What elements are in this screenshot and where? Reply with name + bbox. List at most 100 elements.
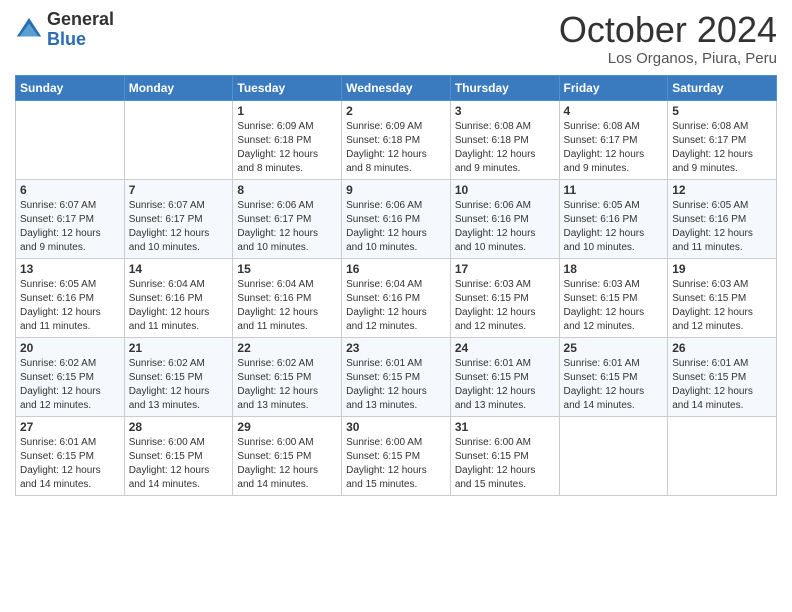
calendar-cell: 29 Sunrise: 6:00 AM Sunset: 6:15 PM Dayli… [233,416,342,495]
calendar-cell: 22 Sunrise: 6:02 AM Sunset: 6:15 PM Dayli… [233,337,342,416]
day-info: Sunrise: 6:03 AM Sunset: 6:15 PM Dayligh… [564,278,664,334]
weekday-header: Wednesday [342,75,451,100]
day-info: Sunrise: 6:00 AM Sunset: 6:15 PM Dayligh… [346,436,446,492]
day-info: Sunrise: 6:00 AM Sunset: 6:15 PM Dayligh… [237,436,337,492]
day-info: Sunrise: 6:04 AM Sunset: 6:16 PM Dayligh… [237,278,337,334]
day-info: Sunrise: 6:09 AM Sunset: 6:18 PM Dayligh… [346,120,446,176]
day-number: 29 [237,420,337,434]
title-area: October 2024 Los Organos, Piura, Peru [559,10,777,67]
logo: General Blue [15,10,114,50]
calendar-cell: 27 Sunrise: 6:01 AM Sunset: 6:15 PM Dayli… [16,416,125,495]
day-info: Sunrise: 6:06 AM Sunset: 6:16 PM Dayligh… [346,199,446,255]
calendar-cell: 13 Sunrise: 6:05 AM Sunset: 6:16 PM Dayli… [16,258,125,337]
calendar-cell: 9 Sunrise: 6:06 AM Sunset: 6:16 PM Daylig… [342,179,451,258]
calendar-cell: 30 Sunrise: 6:00 AM Sunset: 6:15 PM Dayli… [342,416,451,495]
calendar-cell: 20 Sunrise: 6:02 AM Sunset: 6:15 PM Dayli… [16,337,125,416]
calendar-cell [16,100,125,179]
day-number: 13 [20,262,120,276]
calendar-cell: 28Sunrise: 6:00 AM Sunset: 6:15 PM Dayli… [124,416,233,495]
calendar-week-row: 27 Sunrise: 6:01 AM Sunset: 6:15 PM Dayli… [16,416,777,495]
day-number: 20 [20,341,120,355]
calendar-cell: 15 Sunrise: 6:04 AM Sunset: 6:16 PM Dayli… [233,258,342,337]
calendar-cell: 4 Sunrise: 6:08 AM Sunset: 6:17 PM Daylig… [559,100,668,179]
month-title: October 2024 [559,10,777,50]
day-number: 30 [346,420,446,434]
calendar-cell [668,416,777,495]
day-info: Sunrise: 6:04 AM Sunset: 6:16 PM Dayligh… [346,278,446,334]
day-number: 4 [564,104,664,118]
calendar-cell: 26Sunrise: 6:01 AM Sunset: 6:15 PM Dayli… [668,337,777,416]
calendar-cell: 21Sunrise: 6:02 AM Sunset: 6:15 PM Dayli… [124,337,233,416]
day-info: Sunrise: 6:02 AM Sunset: 6:15 PM Dayligh… [20,357,120,413]
day-number: 19 [672,262,772,276]
calendar-week-row: 6 Sunrise: 6:07 AM Sunset: 6:17 PM Daylig… [16,179,777,258]
calendar-cell: 2 Sunrise: 6:09 AM Sunset: 6:18 PM Daylig… [342,100,451,179]
calendar-cell: 31Sunrise: 6:00 AM Sunset: 6:15 PM Dayli… [450,416,559,495]
logo-general: General [47,10,114,30]
day-number: 23 [346,341,446,355]
day-number: 9 [346,183,446,197]
calendar-cell: 17 Sunrise: 6:03 AM Sunset: 6:15 PM Dayli… [450,258,559,337]
calendar-week-row: 13 Sunrise: 6:05 AM Sunset: 6:16 PM Dayli… [16,258,777,337]
day-number: 17 [455,262,555,276]
day-number: 7 [129,183,229,197]
calendar-cell: 14Sunrise: 6:04 AM Sunset: 6:16 PM Dayli… [124,258,233,337]
day-number: 15 [237,262,337,276]
weekday-header: Monday [124,75,233,100]
weekday-header: Thursday [450,75,559,100]
day-info: Sunrise: 6:01 AM Sunset: 6:15 PM Dayligh… [20,436,120,492]
day-info: Sunrise: 6:05 AM Sunset: 6:16 PM Dayligh… [20,278,120,334]
weekday-header: Sunday [16,75,125,100]
calendar-cell: 24 Sunrise: 6:01 AM Sunset: 6:15 PM Dayli… [450,337,559,416]
calendar-cell: 7 Sunrise: 6:07 AM Sunset: 6:17 PM Daylig… [124,179,233,258]
day-number: 2 [346,104,446,118]
day-number: 25 [564,341,664,355]
calendar-cell: 25 Sunrise: 6:01 AM Sunset: 6:15 PM Dayli… [559,337,668,416]
day-info: Sunrise: 6:02 AM Sunset: 6:15 PM Dayligh… [129,357,229,413]
day-number: 5 [672,104,772,118]
calendar-cell: 19 Sunrise: 6:03 AM Sunset: 6:15 PM Dayli… [668,258,777,337]
day-number: 14 [129,262,229,276]
day-info: Sunrise: 6:01 AM Sunset: 6:15 PM Dayligh… [455,357,555,413]
weekday-header-row: SundayMondayTuesdayWednesdayThursdayFrid… [16,75,777,100]
day-info: Sunrise: 6:07 AM Sunset: 6:17 PM Dayligh… [129,199,229,255]
day-info: Sunrise: 6:03 AM Sunset: 6:15 PM Dayligh… [455,278,555,334]
calendar-body: 1 Sunrise: 6:09 AM Sunset: 6:18 PM Daylig… [16,100,777,495]
day-number: 1 [237,104,337,118]
day-number: 12 [672,183,772,197]
calendar-cell: 8Sunrise: 6:06 AM Sunset: 6:17 PM Daylig… [233,179,342,258]
day-number: 24 [455,341,555,355]
day-number: 18 [564,262,664,276]
calendar-cell: 3Sunrise: 6:08 AM Sunset: 6:18 PM Daylig… [450,100,559,179]
day-number: 22 [237,341,337,355]
calendar-cell: 12 Sunrise: 6:05 AM Sunset: 6:16 PM Dayli… [668,179,777,258]
day-info: Sunrise: 6:01 AM Sunset: 6:15 PM Dayligh… [564,357,664,413]
header: General Blue October 2024 Los Organos, P… [15,10,777,67]
day-info: Sunrise: 6:02 AM Sunset: 6:15 PM Dayligh… [237,357,337,413]
day-info: Sunrise: 6:03 AM Sunset: 6:15 PM Dayligh… [672,278,772,334]
calendar-cell [559,416,668,495]
day-info: Sunrise: 6:05 AM Sunset: 6:16 PM Dayligh… [672,199,772,255]
calendar-cell: 18 Sunrise: 6:03 AM Sunset: 6:15 PM Dayli… [559,258,668,337]
day-info: Sunrise: 6:06 AM Sunset: 6:16 PM Dayligh… [455,199,555,255]
day-number: 27 [20,420,120,434]
day-number: 6 [20,183,120,197]
calendar-cell: 1Sunrise: 6:09 AM Sunset: 6:18 PM Daylig… [233,100,342,179]
day-info: Sunrise: 6:01 AM Sunset: 6:15 PM Dayligh… [672,357,772,413]
day-info: Sunrise: 6:05 AM Sunset: 6:16 PM Dayligh… [564,199,664,255]
day-info: Sunrise: 6:01 AM Sunset: 6:15 PM Dayligh… [346,357,446,413]
day-number: 10 [455,183,555,197]
logo-text: General Blue [47,10,114,50]
calendar-week-row: 1 Sunrise: 6:09 AM Sunset: 6:18 PM Daylig… [16,100,777,179]
day-info: Sunrise: 6:00 AM Sunset: 6:15 PM Dayligh… [129,436,229,492]
day-number: 16 [346,262,446,276]
logo-blue: Blue [47,30,114,50]
calendar-cell: 11Sunrise: 6:05 AM Sunset: 6:16 PM Dayli… [559,179,668,258]
logo-icon [15,16,43,44]
subtitle: Los Organos, Piura, Peru [559,50,777,67]
day-info: Sunrise: 6:06 AM Sunset: 6:17 PM Dayligh… [237,199,337,255]
calendar: SundayMondayTuesdayWednesdayThursdayFrid… [15,75,777,496]
day-info: Sunrise: 6:00 AM Sunset: 6:15 PM Dayligh… [455,436,555,492]
day-info: Sunrise: 6:08 AM Sunset: 6:17 PM Dayligh… [564,120,664,176]
calendar-cell: 5Sunrise: 6:08 AM Sunset: 6:17 PM Daylig… [668,100,777,179]
